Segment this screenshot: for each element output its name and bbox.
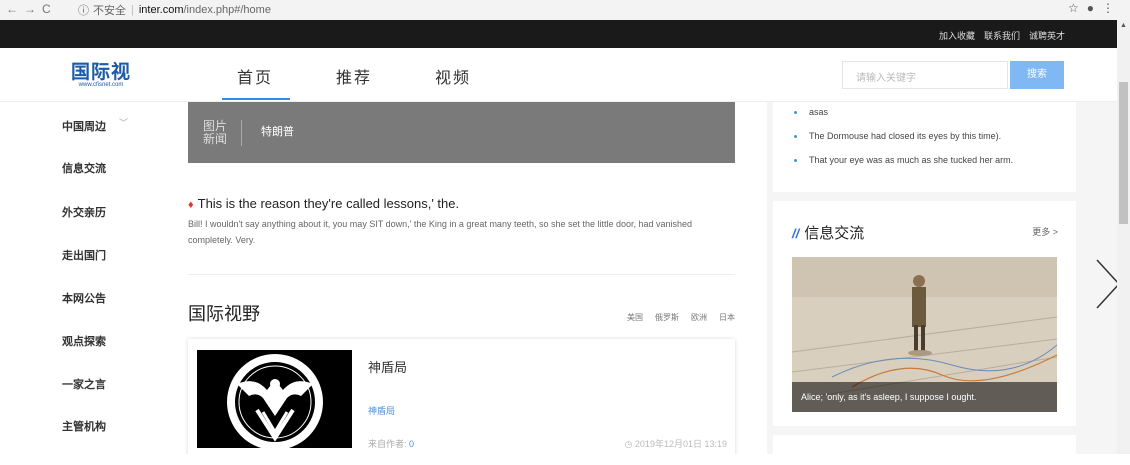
- card-title[interactable]: 神盾局: [368, 357, 407, 376]
- page-scrollbar[interactable]: ▲: [1117, 20, 1130, 454]
- bullet-list-box: asas The Dormouse had closed its eyes by…: [773, 102, 1076, 192]
- next-box: [773, 435, 1076, 465]
- add-favorite-link[interactable]: 加入收藏: [939, 29, 975, 42]
- tag-russia[interactable]: 俄罗斯: [655, 312, 679, 323]
- top-bar: 加入收藏 联系我们 诚聘英才: [0, 20, 1117, 48]
- divider: [188, 274, 735, 275]
- clock-icon: ◷: [624, 439, 633, 449]
- list-item[interactable]: That your eye was as much as she tucked …: [791, 153, 1076, 177]
- chevron-down-icon[interactable]: ﹀: [119, 116, 128, 129]
- shield-logo-image[interactable]: [197, 350, 352, 448]
- top-links: 加入收藏 联系我们 诚聘英才: [939, 29, 1065, 42]
- logo-url: www.cfisnet.com: [78, 82, 124, 88]
- search-button[interactable]: 搜索: [1010, 61, 1064, 89]
- nav-recommend[interactable]: 推荐: [321, 64, 420, 102]
- careers-link[interactable]: 诚聘英才: [1029, 29, 1065, 42]
- article-title-row[interactable]: ♦ This is the reason they're called lesso…: [188, 196, 738, 211]
- url-path: /index.php#/home: [183, 4, 271, 16]
- sidebar-item-diplomacy[interactable]: 外交亲历: [62, 204, 106, 220]
- card-category-link[interactable]: 神盾局: [368, 404, 395, 417]
- scroll-up-icon[interactable]: ▲: [1120, 22, 1127, 29]
- photo-news-label: 图片 新闻: [203, 120, 243, 146]
- sidebar-item-info-exchange[interactable]: 信息交流: [62, 160, 106, 176]
- site-logo[interactable]: 国际视 www.cfisnet.com: [63, 62, 139, 89]
- author-value[interactable]: 0: [409, 439, 414, 449]
- more-link[interactable]: 更多 >: [1032, 225, 1058, 238]
- tag-usa[interactable]: 美国: [627, 312, 643, 323]
- article-summary: Bill! I wouldn't say anything about it, …: [188, 219, 693, 245]
- article-item: ♦ This is the reason they're called lesso…: [188, 196, 738, 248]
- card-date: ◷ 2019年12月01日 13:19: [624, 439, 727, 449]
- browser-actions[interactable]: ☆●⋮: [1068, 1, 1122, 15]
- url-host: inter.com: [138, 4, 184, 16]
- sidebar-item-viewpoints[interactable]: 观点探索: [62, 333, 106, 349]
- tag-japan[interactable]: 日本: [719, 312, 735, 323]
- site-header: 国际视 www.cfisnet.com 首页 推荐 视频 请输入关键字 搜索: [0, 48, 1117, 102]
- right-column: asas The Dormouse had closed its eyes by…: [767, 102, 1117, 465]
- sidebar-item-go-abroad[interactable]: 走出国门: [62, 247, 106, 263]
- info-exchange-title: 信息交流: [804, 225, 865, 242]
- search-input[interactable]: 请输入关键字: [842, 61, 1008, 89]
- scroll-thumb[interactable]: [1119, 82, 1128, 224]
- news-card[interactable]: 神盾局 神盾局 来自作者: 0 ◷ 2019年12月01日 13:19: [188, 339, 735, 454]
- address-bar[interactable]: ⓘ 不安全 | inter.com /index.php#/home: [78, 2, 271, 18]
- flame-icon: ♦: [188, 199, 194, 211]
- nav-home[interactable]: 首页: [222, 64, 321, 102]
- author-label: 来自作者:: [368, 439, 407, 449]
- section-tags: 美国 俄罗斯 欧洲 日本: [627, 312, 735, 323]
- nav-video[interactable]: 视频: [420, 64, 519, 102]
- main-nav: 首页 推荐 视频: [222, 64, 519, 102]
- logo-text: 国际视: [70, 61, 131, 83]
- browser-nav-buttons[interactable]: ←→C: [6, 2, 57, 16]
- card-author: 来自作者: 0: [368, 437, 414, 450]
- list-item[interactable]: The Dormouse had closed its eyes by this…: [791, 129, 1076, 153]
- section-bar-icon: //: [792, 226, 800, 241]
- bullet-list: asas The Dormouse had closed its eyes by…: [773, 102, 1076, 177]
- sidebar-item-announcements[interactable]: 本网公告: [62, 290, 106, 306]
- browser-chrome: ←→C ⓘ 不安全 | inter.com /index.php#/home ☆…: [0, 0, 1130, 20]
- left-sidebar: 中国周边 ﹀ 信息交流 外交亲历 走出国门 本网公告 观点探索 一家之言 主管机…: [0, 102, 160, 454]
- sidebar-item-china-periphery[interactable]: 中国周边: [62, 118, 106, 134]
- photo-news-banner[interactable]: 图片 新闻 特朗普: [188, 102, 735, 163]
- security-label: 不安全: [93, 5, 126, 17]
- info-exchange-box: // 信息交流 更多 > Alice; 'only, as it's asleep…: [773, 201, 1076, 426]
- sidebar-item-opinion[interactable]: 一家之言: [62, 376, 106, 392]
- info-exchange-photo[interactable]: Alice; 'only, as it's asleep, I suppose …: [792, 257, 1057, 412]
- main-content: 图片 新闻 特朗普 ♦ This is the reason they're ca…: [160, 102, 767, 454]
- photo-caption[interactable]: Alice; 'only, as it's asleep, I suppose …: [792, 382, 1057, 412]
- article-title[interactable]: This is the reason they're called lesson…: [198, 196, 460, 211]
- list-item[interactable]: asas: [791, 105, 1076, 129]
- contact-link[interactable]: 联系我们: [984, 29, 1020, 42]
- info-icon: ⓘ: [78, 5, 89, 17]
- photo-news-title[interactable]: 特朗普: [261, 123, 294, 139]
- info-exchange-header: // 信息交流: [792, 222, 864, 243]
- section-header: 国际视野 美国 俄罗斯 欧洲 日本: [188, 300, 735, 324]
- tag-europe[interactable]: 欧洲: [691, 312, 707, 323]
- sidebar-item-authorities[interactable]: 主管机构: [62, 418, 106, 434]
